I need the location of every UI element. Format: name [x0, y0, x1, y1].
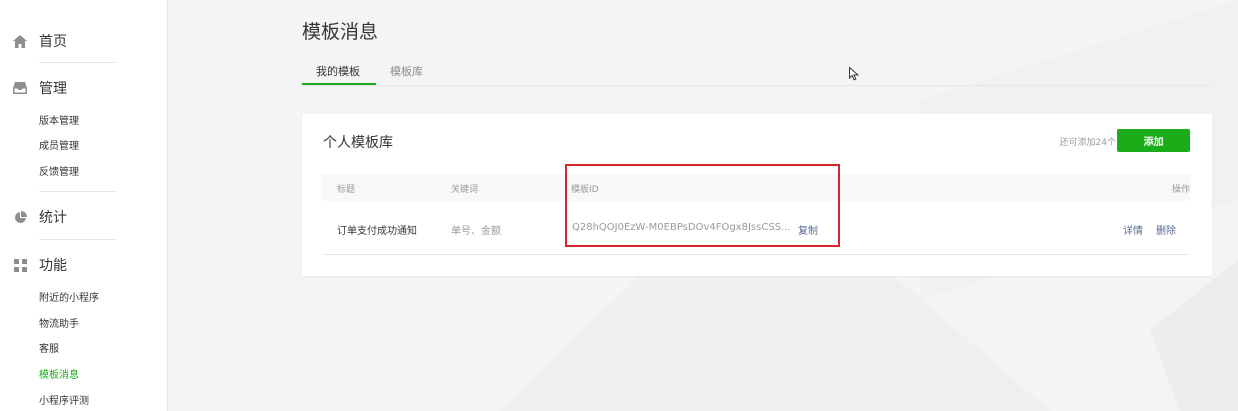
- delete-link[interactable]: 删除: [1156, 222, 1176, 237]
- sidebar-item-features[interactable]: 功能: [12, 255, 67, 275]
- mouse-cursor-icon: [849, 67, 860, 81]
- sidebar-item-label: 统计: [39, 210, 67, 226]
- row-keywords: 单号、金额: [451, 226, 501, 237]
- sidebar-item-member-manage[interactable]: 成员管理: [39, 140, 79, 154]
- tab-bar: 我的模板 模板库: [302, 55, 1212, 86]
- divider: [39, 191, 117, 192]
- sidebar-item-miniprogram-review[interactable]: 小程序评测: [39, 395, 89, 409]
- column-header-actions: 操作: [1171, 185, 1190, 195]
- sidebar-item-home[interactable]: 首页: [12, 31, 67, 51]
- sidebar-item-label: 管理: [39, 81, 67, 97]
- inbox-icon: [12, 80, 28, 96]
- grid-icon: [12, 257, 28, 273]
- page-title: 模板消息: [302, 21, 379, 43]
- pie-chart-icon: [12, 209, 28, 225]
- sidebar-item-nearby-miniprogram[interactable]: 附近的小程序: [39, 292, 99, 306]
- sidebar-item-feedback-manage[interactable]: 反馈管理: [39, 166, 79, 180]
- sidebar-item-manage[interactable]: 管理: [12, 78, 67, 98]
- tab-my-templates[interactable]: 我的模板: [316, 63, 360, 79]
- card-title: 个人模板库: [323, 135, 393, 151]
- detail-link[interactable]: 详情: [1123, 222, 1143, 237]
- divider: [39, 62, 117, 63]
- quota-text: 还可添加24个: [1059, 138, 1116, 148]
- sidebar-item-label: 功能: [39, 258, 67, 274]
- sidebar-item-customer-service[interactable]: 客服: [39, 343, 59, 357]
- divider: [39, 239, 117, 240]
- row-title: 订单支付成功通知: [337, 226, 417, 237]
- active-tab-indicator: [302, 83, 376, 85]
- sidebar-item-stats[interactable]: 统计: [12, 207, 67, 227]
- sidebar-item-template-message[interactable]: 模板消息: [39, 369, 79, 383]
- column-header-keywords: 关键词: [451, 185, 479, 195]
- column-header-title: 标题: [337, 185, 356, 195]
- sidebar-item-label: 首页: [39, 34, 67, 50]
- template-id-highlight-box: [565, 164, 840, 247]
- tab-template-library[interactable]: 模板库: [390, 63, 423, 79]
- sidebar-item-version-manage[interactable]: 版本管理: [39, 115, 79, 129]
- sidebar-item-logistics[interactable]: 物流助手: [39, 318, 79, 332]
- sidebar: 首页 管理 版本管理 成员管理 反馈管理 统计 功能 附近的小程序 物流助手 客…: [0, 0, 168, 411]
- home-icon: [12, 33, 28, 49]
- add-button[interactable]: 添加: [1117, 129, 1190, 152]
